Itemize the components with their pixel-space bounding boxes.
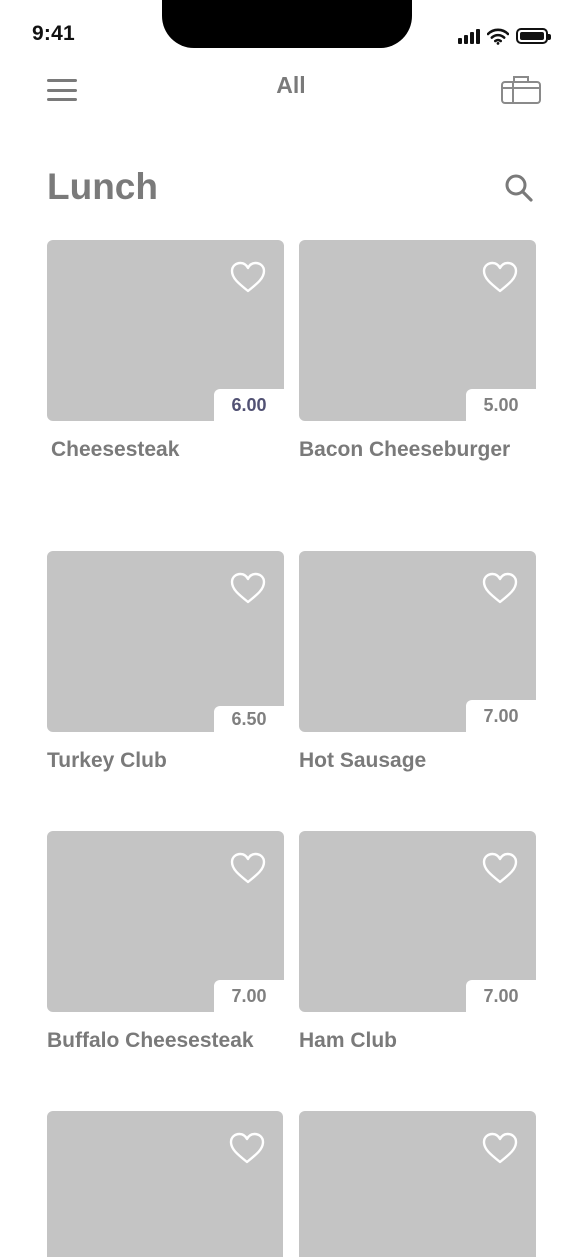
price-tag: 7.00 xyxy=(214,980,284,1012)
heart-icon[interactable] xyxy=(230,571,266,607)
product-card[interactable] xyxy=(299,1111,536,1257)
section-title: Lunch xyxy=(47,166,158,207)
product-image[interactable] xyxy=(299,1111,536,1257)
bag-icon[interactable] xyxy=(499,72,543,106)
price-tag: 5.00 xyxy=(466,389,536,421)
product-image[interactable]: 7.00 xyxy=(299,831,536,1012)
product-card[interactable]: 6.50 Turkey Club xyxy=(47,551,284,773)
product-image[interactable]: 5.00 xyxy=(299,240,536,421)
product-image[interactable]: 6.50 xyxy=(47,551,284,732)
product-card[interactable]: 5.00 Bacon Cheeseburger xyxy=(299,240,536,462)
heart-icon[interactable] xyxy=(230,851,266,887)
search-icon[interactable] xyxy=(503,172,535,204)
heart-icon[interactable] xyxy=(482,260,518,296)
price-tag: 6.00 xyxy=(214,389,284,421)
heart-icon[interactable] xyxy=(482,851,518,887)
device-notch xyxy=(162,0,412,48)
product-image[interactable]: 7.00 xyxy=(47,831,284,1012)
product-card[interactable]: 7.00 Buffalo Cheesesteak xyxy=(47,831,284,1053)
wifi-icon xyxy=(487,28,509,45)
product-card[interactable]: 7.00 Hot Sausage xyxy=(299,551,536,773)
battery-icon xyxy=(516,28,551,44)
product-name[interactable]: Bacon Cheeseburger xyxy=(299,438,536,462)
product-name[interactable]: Buffalo Cheesesteak xyxy=(47,1029,284,1053)
product-image[interactable] xyxy=(47,1111,283,1257)
heart-icon[interactable] xyxy=(482,571,518,607)
product-image[interactable]: 7.00 xyxy=(299,551,536,732)
price-tag: 7.00 xyxy=(466,700,536,732)
cellular-signal-icon xyxy=(458,28,480,44)
heart-icon[interactable] xyxy=(482,1131,518,1167)
price-tag: 6.50 xyxy=(214,706,284,732)
product-card[interactable] xyxy=(47,1111,284,1257)
product-name[interactable]: Cheesesteak xyxy=(51,438,284,462)
page-title: All xyxy=(276,72,306,98)
lunch-menu-screen: 9:41 All Lunch 6.00 Cheesesteak 5.00 Bac… xyxy=(0,0,582,1257)
heart-icon[interactable] xyxy=(229,1131,265,1167)
product-card[interactable]: 7.00 Ham Club xyxy=(299,831,536,1053)
product-name[interactable]: Hot Sausage xyxy=(299,749,536,773)
status-time: 9:41 xyxy=(32,22,75,45)
product-image[interactable]: 6.00 xyxy=(47,240,284,421)
status-icons xyxy=(458,26,551,46)
price-tag: 7.00 xyxy=(466,980,536,1012)
product-name[interactable]: Ham Club xyxy=(299,1029,536,1053)
product-card[interactable]: 6.00 Cheesesteak xyxy=(47,240,284,462)
product-name[interactable]: Turkey Club xyxy=(47,749,284,773)
heart-icon[interactable] xyxy=(230,260,266,296)
